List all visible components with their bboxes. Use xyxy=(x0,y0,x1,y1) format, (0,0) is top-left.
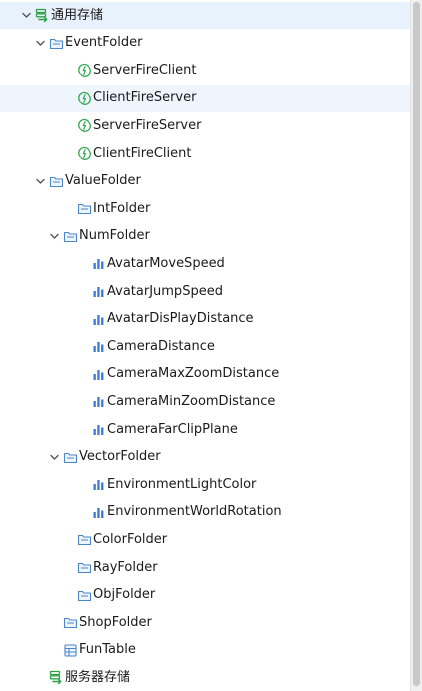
tree-item-avatarmovespeed[interactable]: AvatarMoveSpeed xyxy=(0,250,410,277)
number-value-icon xyxy=(90,477,106,493)
tree-item-label: ObjFolder xyxy=(93,587,156,603)
tree-item-label: CameraDistance xyxy=(107,338,215,354)
tree-item-label: ServerFireServer xyxy=(93,117,202,133)
tree-item-serverfireclient[interactable]: ServerFireClient xyxy=(0,57,410,84)
tree-item-label: ValueFolder xyxy=(65,173,141,189)
tree-item-clientfireclient[interactable]: ClientFireClient xyxy=(0,140,410,167)
chevron-down-icon[interactable] xyxy=(48,230,60,242)
folder-icon xyxy=(62,449,78,465)
tree-item-environmentworldrotation[interactable]: EnvironmentWorldRotation xyxy=(0,499,410,526)
tree-item-label: ColorFolder xyxy=(93,531,168,547)
tree-item-avatarjumpspeed[interactable]: AvatarJumpSpeed xyxy=(0,278,410,305)
tree-item-cameradistance[interactable]: CameraDistance xyxy=(0,333,410,360)
tree-item-node-0[interactable]: 通用存储 xyxy=(0,2,410,29)
tree-item-objfolder[interactable]: ObjFolder xyxy=(0,582,410,609)
tree-item-label: 服务器存储 xyxy=(65,669,131,685)
number-value-icon xyxy=(90,339,106,355)
tree-item-funtable[interactable]: FunTable xyxy=(0,637,410,664)
tree-item-label: ClientFireClient xyxy=(93,145,192,161)
table-icon xyxy=(62,642,78,658)
scrollbar-thumb[interactable] xyxy=(413,2,420,686)
event-icon xyxy=(76,90,92,106)
tree-item-label: NumFolder xyxy=(79,228,150,244)
tree-item-vectorfolder[interactable]: VectorFolder xyxy=(0,444,410,471)
tree-item-clientfireserver[interactable]: ClientFireServer xyxy=(0,84,410,112)
storage-icon xyxy=(48,670,64,686)
number-value-icon xyxy=(90,366,106,382)
tree-item-colorfolder[interactable]: ColorFolder xyxy=(0,526,410,553)
tree-item-rayfolder[interactable]: RayFolder xyxy=(0,554,410,581)
number-value-icon xyxy=(90,311,106,327)
storage-icon xyxy=(34,8,50,24)
folder-icon xyxy=(76,532,92,548)
tree-item-label: 通用存储 xyxy=(51,7,104,23)
folder-icon xyxy=(62,615,78,631)
tree-item-label: EventFolder xyxy=(65,35,143,51)
tree-item-avatardisplaydistance[interactable]: AvatarDisPlayDistance xyxy=(0,306,410,333)
folder-icon xyxy=(76,587,92,603)
number-value-icon xyxy=(90,256,106,272)
vertical-scrollbar[interactable] xyxy=(410,0,422,691)
chevron-down-icon[interactable] xyxy=(34,37,46,49)
tree-item-intfolder[interactable]: IntFolder xyxy=(0,195,410,222)
tree-item-label: AvatarMoveSpeed xyxy=(107,255,225,271)
number-value-icon xyxy=(90,504,106,520)
tree-item-label: ShopFolder xyxy=(79,614,152,630)
tree-item-label: ServerFireClient xyxy=(93,62,197,78)
chevron-down-icon[interactable] xyxy=(48,451,60,463)
tree-item-label: EnvironmentLightColor xyxy=(107,476,257,492)
tree-item-label: CameraFarClipPlane xyxy=(107,421,238,437)
folder-icon xyxy=(76,201,92,217)
tree-item-node-24[interactable]: 服务器存储 xyxy=(0,664,410,691)
tree-item-label: FunTable xyxy=(79,642,136,658)
tree-item-label: RayFolder xyxy=(93,559,158,575)
tree-item-eventfolder[interactable]: EventFolder xyxy=(0,30,410,57)
number-value-icon xyxy=(90,422,106,438)
scrollbar-track[interactable] xyxy=(413,2,420,689)
tree-item-label: IntFolder xyxy=(93,200,151,216)
tree-item-label: AvatarJumpSpeed xyxy=(107,283,223,299)
tree-item-numfolder[interactable]: NumFolder xyxy=(0,223,410,250)
tree-item-label: CameraMinZoomDistance xyxy=(107,393,276,409)
tree-item-label: CameraMaxZoomDistance xyxy=(107,366,280,382)
event-icon xyxy=(76,63,92,79)
folder-icon xyxy=(76,560,92,576)
tree-item-camerafarclipplane[interactable]: CameraFarClipPlane xyxy=(0,416,410,443)
tree-item-cameraminzoomdistance[interactable]: CameraMinZoomDistance xyxy=(0,388,410,415)
event-icon xyxy=(76,146,92,162)
tree-item-serverfireserver[interactable]: ServerFireServer xyxy=(0,112,410,139)
event-icon xyxy=(76,118,92,134)
folder-icon xyxy=(48,35,64,51)
number-value-icon xyxy=(90,394,106,410)
chevron-down-icon[interactable] xyxy=(34,175,46,187)
tree-item-shopfolder[interactable]: ShopFolder xyxy=(0,609,410,636)
tree-item-label: EnvironmentWorldRotation xyxy=(107,504,282,520)
storage-tree: 通用存储 EventFolder ServerFireClient ClientFir… xyxy=(0,0,410,691)
tree-item-label: AvatarDisPlayDistance xyxy=(107,311,254,327)
tree-item-valuefolder[interactable]: ValueFolder xyxy=(0,168,410,195)
tree-item-cameramaxzoomdistance[interactable]: CameraMaxZoomDistance xyxy=(0,361,410,388)
tree-item-label: ClientFireServer xyxy=(93,90,197,106)
folder-icon xyxy=(62,228,78,244)
chevron-down-icon[interactable] xyxy=(20,10,32,22)
number-value-icon xyxy=(90,284,106,300)
folder-icon xyxy=(48,173,64,189)
tree-item-environmentlightcolor[interactable]: EnvironmentLightColor xyxy=(0,471,410,498)
tree-item-label: VectorFolder xyxy=(79,449,161,465)
